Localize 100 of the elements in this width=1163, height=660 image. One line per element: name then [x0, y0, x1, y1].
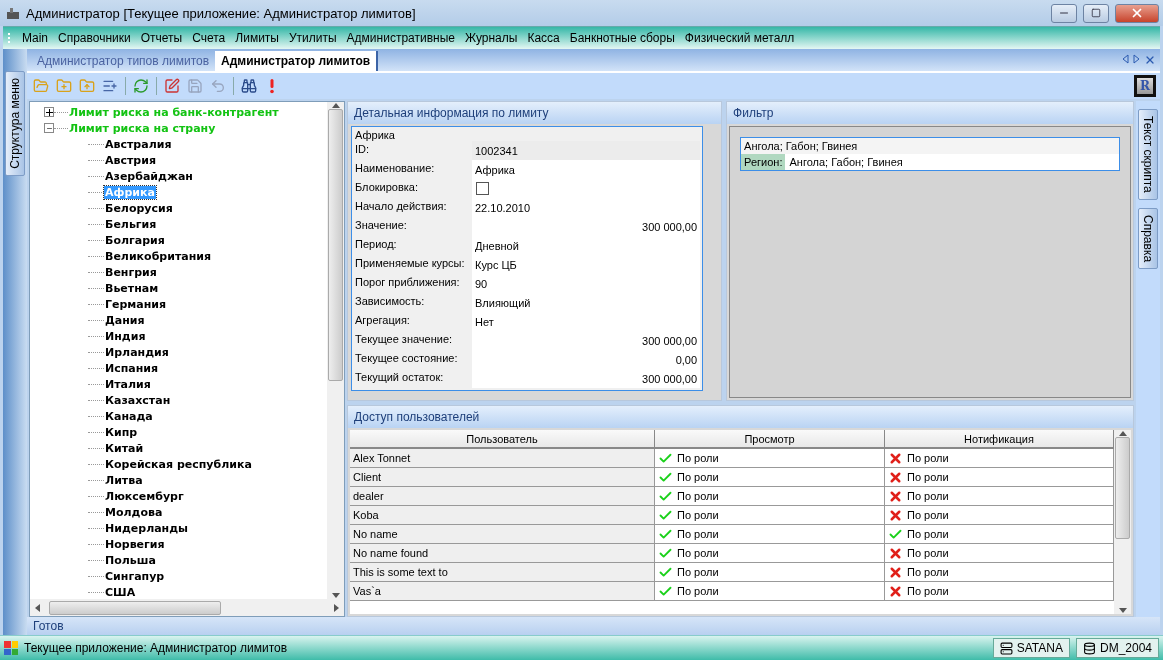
scroll-left-icon[interactable]	[1122, 54, 1129, 66]
binoculars-icon[interactable]	[239, 76, 259, 96]
scroll-left-icon[interactable]	[34, 602, 41, 613]
cell-text: По роли	[907, 490, 949, 502]
column-header[interactable]: Просмотр	[655, 430, 885, 449]
tree-node[interactable]: Ирландия	[104, 345, 170, 359]
tree-node[interactable]: Китай	[104, 441, 145, 455]
menu-item[interactable]: Журналы	[460, 31, 523, 45]
tree-node[interactable]: Канада	[104, 409, 154, 423]
minimize-button[interactable]	[1051, 3, 1077, 23]
side-tab[interactable]: Текст скрипта	[1138, 109, 1158, 200]
field-label: ID:	[355, 142, 371, 157]
menu-item[interactable]: Лимиты	[230, 31, 284, 45]
tree-node[interactable]: Казахстан	[104, 393, 172, 407]
close-button[interactable]	[1115, 3, 1159, 23]
tree-node[interactable]: Литва	[104, 473, 144, 487]
field-value: 90	[472, 274, 701, 293]
status-text: Текущее приложение: Администратор лимитов	[24, 641, 289, 655]
maximize-icon	[1091, 8, 1101, 18]
field-label: Текущее значение:	[355, 332, 454, 347]
table-cell: Client	[350, 468, 655, 487]
tree-node[interactable]: Италия	[104, 377, 152, 391]
field-value: 300 000,00	[472, 331, 701, 350]
menu-item[interactable]: Административные	[341, 31, 460, 45]
filter-summary: Ангола; Габон; Гвинея	[741, 138, 1119, 154]
tree-node[interactable]: Молдова	[104, 505, 164, 519]
checkbox[interactable]	[476, 182, 489, 195]
tree-node[interactable]: Индия	[104, 329, 147, 343]
table-cell: dealer	[350, 487, 655, 506]
close-icon[interactable]	[1144, 54, 1156, 66]
app-icon	[6, 6, 20, 20]
menu-item[interactable]: Банкнотные сборы	[564, 31, 680, 45]
tree-node[interactable]: Кипр	[104, 425, 139, 439]
side-tab[interactable]: Структура меню	[5, 71, 25, 176]
scroll-right-icon[interactable]	[1133, 54, 1140, 66]
maximize-button[interactable]	[1083, 3, 1109, 23]
cell-text: По роли	[677, 490, 719, 502]
server-panel: SATANA	[992, 638, 1070, 658]
logo-icon[interactable]: R	[1134, 75, 1156, 97]
document-tab[interactable]: Администратор лимитов	[215, 51, 379, 71]
database-panel: DM_2004	[1075, 638, 1159, 658]
grip-icon	[7, 32, 11, 44]
tree-node[interactable]: США	[104, 585, 137, 599]
field-label: Текущий остаток:	[355, 370, 445, 385]
tree-node[interactable]: Бельгия	[104, 217, 158, 231]
tree-node[interactable]: Норвегия	[104, 537, 166, 551]
refresh-icon[interactable]	[131, 76, 151, 96]
document-tab[interactable]: Администратор типов лимитов	[31, 51, 216, 71]
tree-node[interactable]: Польша	[104, 553, 157, 567]
vertical-scrollbar[interactable]	[327, 102, 344, 599]
tree-node[interactable]: Венгрия	[104, 265, 158, 279]
field-value: Африка	[472, 160, 701, 179]
table-cell: Vas`a	[350, 582, 655, 601]
tree-node[interactable]: Сингапур	[104, 569, 166, 583]
tree-node[interactable]: Дания	[104, 313, 146, 327]
expand-icon[interactable]	[44, 107, 54, 117]
menu-item[interactable]: Отчеты	[135, 31, 188, 45]
table-cell: Koba	[350, 506, 655, 525]
menu-item[interactable]: Касса	[522, 31, 565, 45]
filter-box[interactable]: Ангола; Габон; Гвинея Регион: Ангола; Габон; Гвинея	[740, 137, 1120, 171]
panel-header: Доступ пользователей	[348, 406, 1133, 428]
tree-node[interactable]: Испания	[104, 361, 160, 375]
cell-text: По роли	[677, 509, 719, 521]
status-text: Готов	[33, 619, 64, 633]
menu-item[interactable]: Main	[17, 31, 53, 45]
table-cell: Alex Tonnet	[350, 449, 655, 468]
app-grid-icon	[4, 641, 18, 655]
menu-item[interactable]: Счета	[187, 31, 231, 45]
record-heading: Африка	[355, 129, 396, 141]
side-tab[interactable]: Справка	[1138, 207, 1158, 269]
database-icon	[1082, 641, 1096, 655]
scroll-down-icon[interactable]	[1117, 607, 1128, 614]
tree-node[interactable]: Великобритания	[104, 249, 213, 263]
vertical-scrollbar[interactable]	[1114, 430, 1131, 614]
tree-node[interactable]: Вьетнам	[104, 281, 160, 295]
menu-item[interactable]: Физический металл	[679, 31, 800, 45]
edit-icon[interactable]	[162, 76, 182, 96]
field-label: Применяемые курсы:	[355, 256, 466, 271]
collapse-icon[interactable]	[44, 123, 54, 133]
tree-node[interactable]: Корейская республика	[104, 457, 253, 471]
field-label: Порог приближения:	[355, 275, 461, 290]
close-icon	[1130, 6, 1144, 20]
field-value: Курс ЦБ	[472, 255, 701, 274]
tree-node[interactable]: Азербайджан	[104, 169, 194, 183]
window-title: Администратор [Текущее приложение: Администратор лимитов]	[26, 5, 417, 21]
menu-item[interactable]: Справочники	[53, 31, 136, 45]
tree-node[interactable]: Болгария	[104, 233, 166, 247]
tree-node[interactable]: Нидерланды	[104, 521, 190, 535]
scroll-right-icon[interactable]	[333, 602, 340, 613]
tree-node[interactable]: Австрия	[104, 153, 157, 167]
tree-node[interactable]: Люксембург	[104, 489, 185, 503]
field-value: 1002341	[472, 141, 701, 160]
column-header[interactable]: Пользователь	[350, 430, 655, 449]
column-header[interactable]: Нотификация	[885, 430, 1114, 449]
menu-item[interactable]: Утилиты	[283, 31, 342, 45]
horizontal-scrollbar[interactable]	[30, 599, 344, 616]
tree-node[interactable]: Австралия	[104, 137, 173, 151]
tree-node[interactable]: Германия	[104, 297, 168, 311]
tree-node[interactable]: Белорусия	[104, 201, 174, 215]
cell-text: По роли	[907, 452, 949, 464]
